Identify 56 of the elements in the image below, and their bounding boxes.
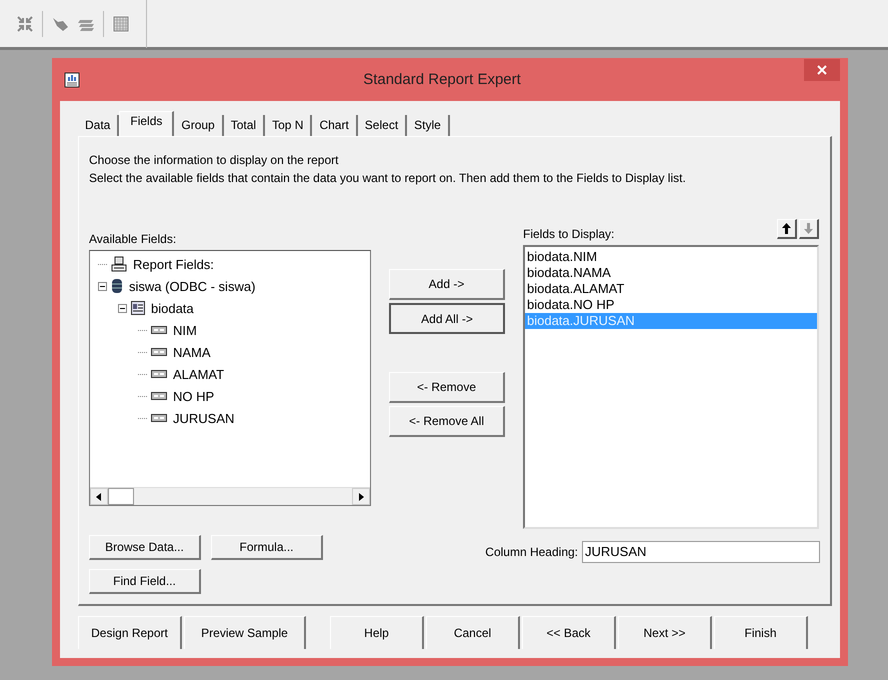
footer-button[interactable]: Finish (714, 616, 808, 649)
list-item[interactable]: biodata.NIM (525, 249, 817, 265)
report-icon (64, 72, 80, 88)
field-icon (151, 414, 167, 422)
move-button[interactable]: <- Remove All (389, 406, 505, 437)
window-title: Standard Report Expert (362, 71, 522, 88)
field-icon (151, 348, 167, 356)
list-item[interactable]: biodata.NAMA (525, 265, 817, 281)
move-button[interactable]: Add -> (389, 269, 505, 300)
list-item[interactable]: biodata.NO HP (525, 297, 817, 313)
footer-button[interactable]: Design Report (78, 616, 182, 649)
instruction-text: Select the available fields that contain the data you want to report on. Then add them to the Fields to Display list. (89, 170, 687, 187)
expander-icon[interactable] (98, 282, 107, 290)
database-icon (111, 278, 123, 294)
horizontal-scrollbar[interactable] (90, 487, 370, 505)
move-button[interactable]: <- Remove (389, 372, 505, 403)
table-icon (131, 301, 145, 315)
move-button[interactable]: Add All -> (389, 303, 505, 334)
field-button[interactable]: Browse Data... (89, 535, 201, 560)
tree-item[interactable]: NIM (171, 322, 199, 338)
footer-button[interactable]: Cancel (426, 616, 520, 649)
field-icon (151, 370, 167, 378)
footer-button[interactable]: Preview Sample (184, 616, 306, 649)
tree-item[interactable]: siswa (ODBC - siswa) (127, 278, 258, 294)
tree-item[interactable]: biodata (149, 300, 196, 316)
available-fields-label: Available Fields: (89, 231, 178, 247)
tab[interactable]: Fields (119, 111, 174, 136)
footer-button[interactable]: Help (330, 616, 424, 649)
grid-icon[interactable] (112, 14, 130, 32)
tree-item[interactable]: ALAMAT (171, 366, 226, 382)
tree-item[interactable]: Report Fields: (131, 256, 216, 272)
close-button[interactable] (804, 58, 840, 80)
scroll-thumb[interactable] (108, 488, 134, 505)
field-icon (151, 326, 167, 334)
scroll-left-icon[interactable] (96, 492, 102, 500)
scroll-right-icon[interactable] (358, 492, 364, 500)
list-item[interactable]: biodata.ALAMAT (525, 281, 817, 297)
tree-item[interactable]: NAMA (171, 344, 213, 360)
instruction-text: Choose the information to display on the report (89, 152, 340, 169)
tree-item[interactable]: NO HP (171, 388, 216, 404)
field-icon (151, 392, 167, 400)
column-heading-field[interactable]: JURUSAN (582, 540, 820, 562)
field-button[interactable]: Formula... (211, 535, 323, 560)
collapse-icon[interactable] (16, 14, 34, 32)
report-fields-icon (111, 256, 127, 272)
up-arrow-icon[interactable] (782, 223, 791, 234)
field-button[interactable]: Find Field... (89, 569, 201, 594)
footer-button[interactable]: Next >> (618, 616, 712, 649)
move-up-button[interactable] (777, 219, 797, 239)
move-down-button[interactable] (799, 219, 819, 239)
column-heading-label: Column Heading: (485, 544, 578, 558)
close-icon[interactable] (817, 64, 827, 74)
tree-item[interactable]: JURUSAN (171, 410, 236, 426)
expander-icon[interactable] (118, 304, 127, 312)
fields-to-display-label: Fields to Display: (523, 226, 614, 242)
footer-button[interactable]: << Back (522, 616, 616, 649)
